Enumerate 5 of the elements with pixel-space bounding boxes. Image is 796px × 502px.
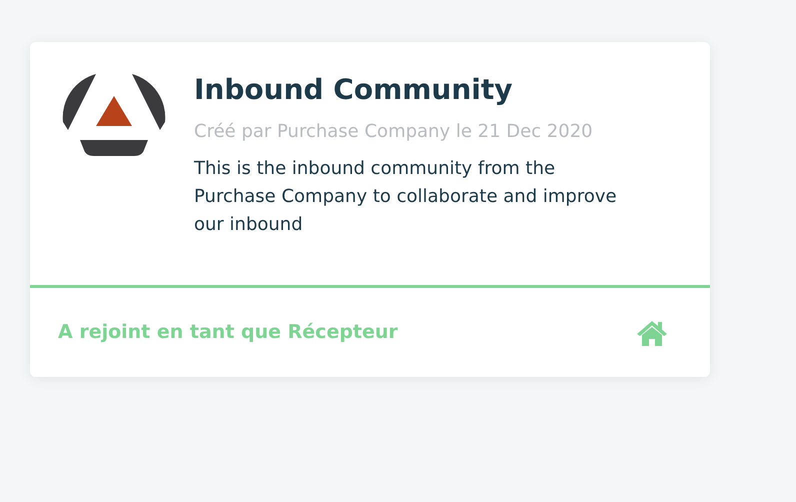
created-by-text: Créé par Purchase Company le 21 Dec 2020: [194, 120, 594, 144]
community-description: This is the inbound community from the Purchase Company to collaborate and improve our inbound: [194, 157, 618, 237]
home-icon[interactable]: [636, 318, 668, 346]
membership-status: A rejoint en tant que Récepteur: [58, 320, 398, 346]
community-title: Inbound Community: [194, 72, 514, 108]
